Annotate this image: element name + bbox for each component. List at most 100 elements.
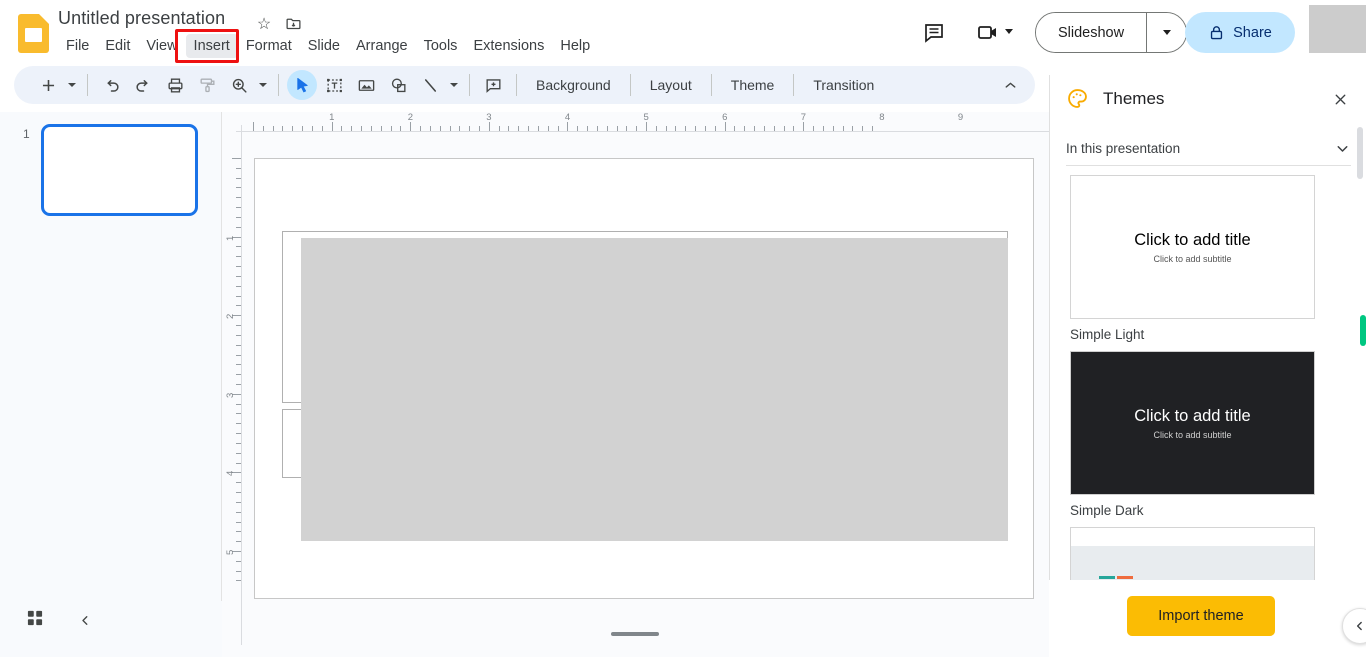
ruler-tick: [400, 126, 402, 131]
move-to-folder-icon[interactable]: [285, 15, 305, 35]
ruler-tick: [236, 295, 241, 297]
document-title[interactable]: Untitled presentation: [58, 8, 225, 29]
ruler-tick: [704, 126, 706, 131]
new-slide-icon[interactable]: [33, 70, 63, 100]
chevron-up-icon[interactable]: [995, 70, 1025, 100]
paint-format-icon[interactable]: [192, 70, 222, 100]
comment-add-icon[interactable]: [478, 70, 508, 100]
theme-card-simple-dark[interactable]: Click to add title Click to add subtitle…: [1070, 351, 1315, 518]
line-icon[interactable]: [415, 70, 445, 100]
theme-name-label: Simple Dark: [1070, 503, 1144, 518]
ruler-tick: [370, 126, 372, 131]
ruler-tick: [488, 122, 490, 131]
green-indicator: [1360, 315, 1366, 346]
ruler-tick: [236, 325, 241, 327]
ruler-tick: [236, 197, 241, 199]
section-label: In this presentation: [1066, 140, 1181, 156]
ruler-tick: [498, 126, 500, 131]
ruler-tick: [626, 126, 628, 131]
ruler-tick: [361, 126, 363, 131]
share-button[interactable]: Share: [1185, 12, 1295, 53]
ruler-tick: [813, 126, 815, 131]
speaker-notes-resize-handle[interactable]: [611, 632, 659, 636]
menu-extensions[interactable]: Extensions: [465, 34, 552, 58]
ruler-tick: [236, 305, 241, 307]
top-bar: Untitled presentation ☆ File Edit View I…: [0, 0, 1366, 66]
menu-help[interactable]: Help: [552, 34, 598, 58]
filmstrip-collapse-icon[interactable]: [74, 609, 96, 631]
ruler-tick: [236, 275, 241, 277]
ruler-tick: [528, 126, 530, 131]
print-icon[interactable]: [160, 70, 190, 100]
horizontal-ruler[interactable]: 1 2 3 4 5 6 7 8 9: [236, 112, 1049, 132]
ruler-tick: [655, 126, 657, 131]
import-theme-button[interactable]: Import theme: [1127, 596, 1275, 636]
slideshow-button[interactable]: Slideshow: [1036, 13, 1147, 52]
ruler-tick: [236, 462, 241, 464]
chevron-down-icon[interactable]: [1334, 140, 1351, 157]
ruler-tick: [449, 126, 451, 131]
toolbar-divider: [629, 74, 631, 96]
menu-file[interactable]: File: [58, 34, 97, 58]
theme-card-simple-light[interactable]: Click to add title Click to add subtitle…: [1070, 175, 1315, 342]
theme-name-label: Simple Light: [1070, 327, 1145, 342]
insert-image-icon[interactable]: [351, 70, 381, 100]
close-icon[interactable]: [1328, 87, 1352, 111]
zoom-dropdown-caret[interactable]: [255, 70, 271, 100]
ruler-tick: [390, 126, 392, 131]
slideshow-button-group: Slideshow: [1035, 12, 1188, 53]
meet-dropdown-caret[interactable]: [1005, 29, 1013, 34]
ruler-tick: [852, 126, 854, 131]
menu-tools[interactable]: Tools: [416, 34, 466, 58]
in-this-presentation-section[interactable]: In this presentation: [1066, 133, 1351, 163]
background-button[interactable]: Background: [524, 71, 623, 99]
ruler-number: 4: [225, 471, 236, 477]
ruler-tick: [236, 560, 241, 562]
theme-button[interactable]: Theme: [719, 71, 787, 99]
menu-view[interactable]: View: [138, 34, 185, 58]
ruler-tick: [616, 126, 618, 131]
transition-button[interactable]: Transition: [801, 71, 886, 99]
ruler-tick: [420, 126, 422, 131]
ruler-tick: [236, 256, 241, 258]
new-slide-dropdown-caret[interactable]: [64, 70, 80, 100]
ruler-tick: [832, 126, 834, 131]
zoom-icon[interactable]: [224, 70, 254, 100]
themes-panel-header: Themes: [1050, 75, 1366, 122]
comment-icon[interactable]: [922, 20, 948, 46]
slide-thumbnail-1[interactable]: [41, 124, 198, 216]
ruler-tick: [236, 403, 241, 405]
ruler-tick: [272, 126, 274, 131]
ruler-tick: [236, 216, 241, 218]
text-box-icon[interactable]: [319, 70, 349, 100]
ruler-tick: [253, 122, 254, 131]
redo-icon[interactable]: [128, 70, 158, 100]
avatar[interactable]: [1309, 5, 1366, 53]
video-camera-icon[interactable]: [976, 20, 1002, 46]
ruler-tick: [292, 126, 294, 131]
slideshow-dropdown-button[interactable]: [1147, 13, 1187, 52]
grid-view-icon[interactable]: [25, 608, 49, 632]
star-icon[interactable]: ☆: [254, 15, 274, 35]
menu-insert[interactable]: Insert: [185, 34, 238, 58]
undo-icon[interactable]: [96, 70, 126, 100]
layout-button[interactable]: Layout: [638, 71, 704, 99]
ruler-tick: [577, 126, 579, 131]
select-tool-icon[interactable]: [287, 70, 317, 100]
menu-slide[interactable]: Slide: [300, 34, 348, 58]
slides-app-window: Untitled presentation ☆ File Edit View I…: [0, 0, 1366, 657]
vertical-ruler[interactable]: 1 2 3 4 5: [222, 125, 242, 645]
ruler-tick: [236, 187, 241, 189]
ruler-tick: [236, 580, 241, 582]
ruler-tick: [724, 122, 726, 131]
menu-edit[interactable]: Edit: [97, 34, 138, 58]
ruler-number: 4: [564, 112, 571, 123]
ruler-tick: [236, 413, 241, 415]
ruler-tick: [478, 126, 480, 131]
ruler-tick: [302, 126, 304, 131]
themes-panel-title: Themes: [1103, 88, 1165, 108]
menu-arrange[interactable]: Arrange: [348, 34, 416, 58]
shape-icon[interactable]: [383, 70, 413, 100]
line-dropdown-caret[interactable]: [446, 70, 462, 100]
menu-format[interactable]: Format: [238, 34, 300, 58]
